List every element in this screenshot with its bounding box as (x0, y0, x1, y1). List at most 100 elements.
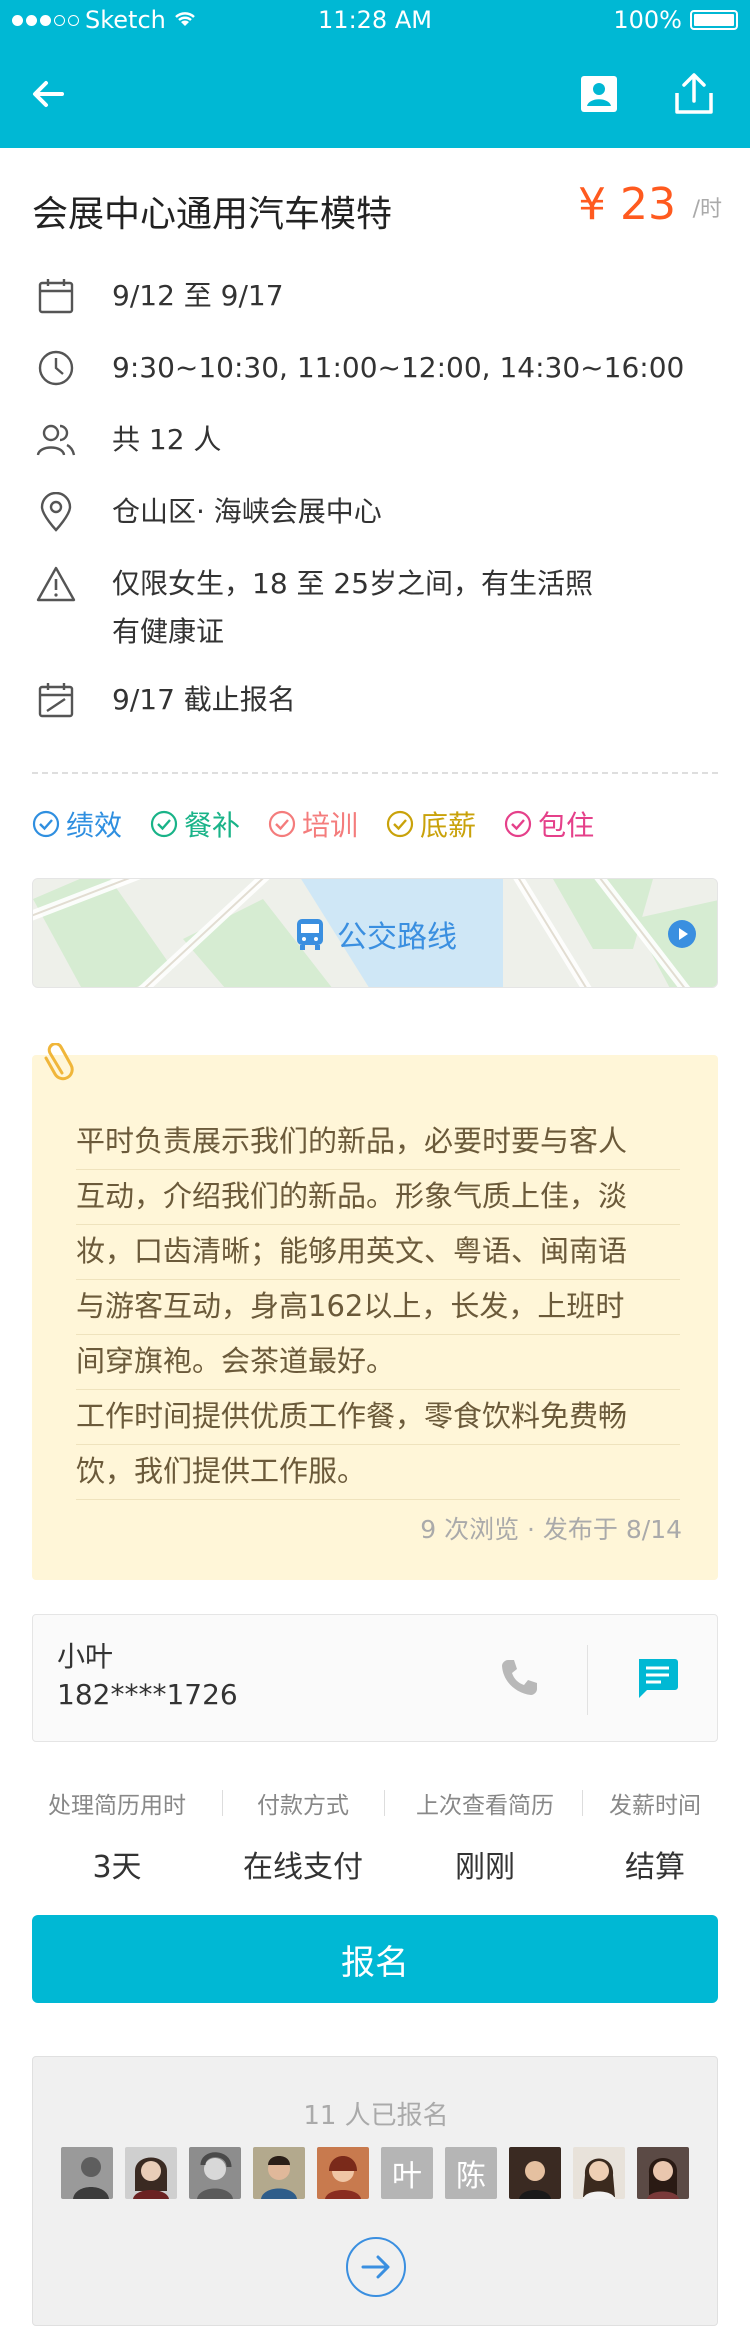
check-circle-icon (150, 810, 178, 838)
job-title-row: 会展中心通用汽车模特 ¥ 23 /时 (32, 179, 722, 241)
avatar[interactable] (189, 2147, 241, 2199)
requirement-line-2: 有健康证 (112, 615, 225, 648)
location-text: 仓山区· 海峡会展中心 (112, 495, 382, 528)
job-title: 会展中心通用汽车模特 (32, 194, 393, 235)
deadline-text: 9/17 截止报名 (112, 683, 296, 716)
contact-card-icon (581, 76, 617, 112)
stat-last-viewed: 上次查看简历 刚刚 (400, 1786, 570, 1886)
requirement-line-1: 仅限女生，18 至 25岁之间，有生活照 (112, 567, 594, 600)
tag-label: 绩效 (66, 809, 123, 842)
stat-payday: 发薪时间 结算 (570, 1786, 740, 1886)
calendar-icon (32, 272, 80, 320)
avatar[interactable] (573, 2147, 625, 2199)
contact-card: 小叶 182****1726 (32, 1614, 718, 1742)
view-all-applicants-button[interactable] (346, 2237, 406, 2297)
arrow-right-icon (361, 2255, 390, 2279)
message-button[interactable] (635, 1657, 679, 1703)
bus-icon (297, 919, 323, 950)
job-description-card: 平时负责展示我们的新品，必要时要与客人 互动，介绍我们的新品。形象气质上佳，淡 … (32, 1043, 718, 1580)
headcount-text: 共 12 人 (112, 423, 222, 456)
contact-divider (587, 1645, 588, 1715)
arrow-left-icon (33, 81, 64, 107)
stat-value: 结算 (625, 1850, 685, 1885)
tag-label: 餐补 (184, 809, 241, 842)
applicants-count: 11 人已报名 (303, 2101, 449, 2131)
bus-route-map[interactable]: 公交路线 (32, 878, 718, 988)
phone-icon (502, 1660, 537, 1695)
info-hours: 9:30~10:30, 11:00~12:00, 14:30~16:00 (32, 344, 722, 392)
info-headcount: 共 12 人 (32, 416, 722, 464)
avatar-initial[interactable]: 叶 (381, 2147, 433, 2199)
check-circle-icon (504, 810, 532, 838)
avatar[interactable] (61, 2147, 113, 2199)
battery-percent: 100% (613, 6, 682, 34)
stat-label: 上次查看简历 (416, 1793, 554, 1819)
job-price: ¥ 23 (578, 179, 676, 230)
stat-value: 在线支付 (243, 1850, 363, 1885)
info-date-range: 9/12 至 9/17 (32, 272, 722, 320)
info-location: 仓山区· 海峡会展中心 (32, 488, 722, 536)
check-circle-icon (268, 810, 296, 838)
description-line: 平时负责展示我们的新品，必要时要与客人 (76, 1115, 680, 1170)
chat-message-icon (639, 1659, 678, 1698)
info-requirements: 仅限女生，18 至 25岁之间，有生活照 有健康证 (32, 560, 722, 648)
battery-icon (690, 10, 738, 30)
tag-housing: 包住 (504, 804, 594, 844)
description-line: 饮，我们提供工作服。 (76, 1445, 680, 1500)
check-circle-icon (32, 810, 60, 838)
avatar[interactable] (317, 2147, 369, 2199)
tag-performance: 绩效 (32, 804, 122, 844)
people-icon (32, 416, 80, 464)
stat-label: 发薪时间 (609, 1793, 701, 1819)
back-button[interactable] (22, 68, 74, 120)
bus-route-label: 公交路线 (337, 920, 457, 955)
tag-label: 包住 (538, 809, 595, 842)
bus-route-label-group: 公交路线 (33, 879, 717, 987)
avatar[interactable] (637, 2147, 689, 2199)
play-arrow-icon (668, 920, 696, 948)
stat-value: 3天 (92, 1850, 142, 1885)
tag-label: 培训 (302, 809, 359, 842)
description-line: 与游客互动，身高162以上，长发，上班时 (76, 1280, 680, 1335)
status-bar: Sketch 11:28 AM 100% (0, 0, 750, 40)
benefit-tags: 绩效 餐补 培训 底薪 包住 (32, 804, 594, 844)
tag-label: 底薪 (420, 809, 477, 842)
warning-icon (32, 560, 80, 608)
share-icon (675, 73, 713, 114)
price-unit: /时 (692, 197, 722, 222)
description-text: 平时负责展示我们的新品，必要时要与客人 互动，介绍我们的新品。形象气质上佳，淡 … (76, 1115, 680, 1500)
contact-phone: 182****1726 (57, 1678, 238, 1711)
top-bar (0, 40, 750, 148)
stat-label: 付款方式 (257, 1793, 349, 1819)
stat-separator (384, 1790, 385, 1816)
applicants-panel: 11 人已报名 叶 陈 (32, 2056, 718, 2326)
call-button[interactable] (499, 1657, 539, 1701)
description-line: 工作时间提供优质工作餐，零食饮料免费畅 (76, 1390, 680, 1445)
stat-payment-method: 付款方式 在线支付 (218, 1786, 388, 1886)
info-deadline: 9/17 截止报名 (32, 676, 722, 724)
avatar-initial[interactable]: 陈 (445, 2147, 497, 2199)
contact-name: 小叶 (57, 1640, 114, 1673)
signup-button[interactable]: 报名 (32, 1915, 718, 2003)
profile-button[interactable] (573, 68, 625, 120)
applicant-avatars: 叶 陈 (61, 2147, 689, 2199)
paperclip-icon (44, 1043, 74, 1081)
date-range-text: 9/12 至 9/17 (112, 279, 284, 312)
description-line: 间穿旗袍。会茶道最好。 (76, 1335, 680, 1390)
location-pin-icon (32, 488, 80, 536)
app-header: Sketch 11:28 AM 100% (0, 0, 750, 148)
avatar[interactable] (509, 2147, 561, 2199)
view-publish-meta: 9 次浏览 · 发布于 8/14 (420, 1515, 682, 1544)
tag-base-salary: 底薪 (386, 804, 476, 844)
stat-value: 刚刚 (455, 1850, 515, 1885)
clock-icon (32, 344, 80, 392)
tag-meal-allowance: 餐补 (150, 804, 240, 844)
section-divider (32, 772, 718, 774)
check-circle-icon (386, 810, 414, 838)
avatar[interactable] (253, 2147, 305, 2199)
calendar-deadline-icon (32, 676, 80, 724)
stat-label: 处理简历用时 (48, 1793, 186, 1819)
hours-text: 9:30~10:30, 11:00~12:00, 14:30~16:00 (112, 351, 685, 384)
avatar[interactable] (125, 2147, 177, 2199)
share-button[interactable] (668, 68, 720, 120)
